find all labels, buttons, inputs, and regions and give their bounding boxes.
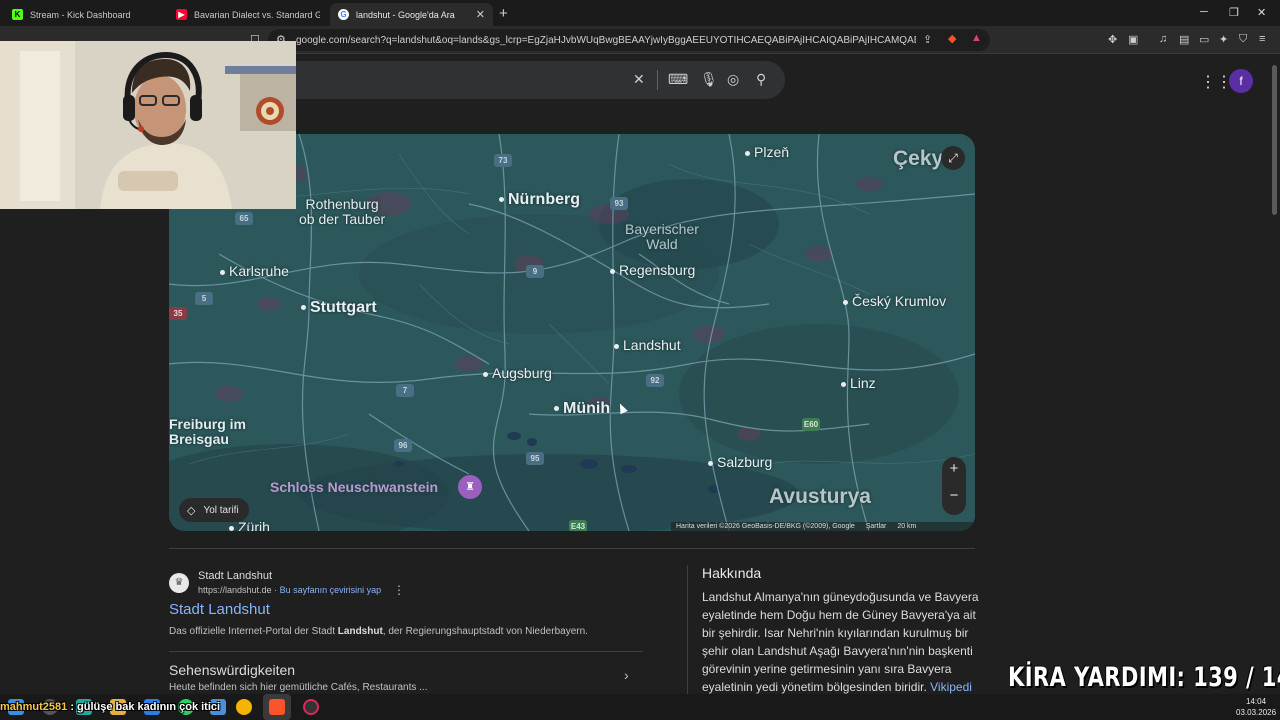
map-label-munih: Münih	[554, 400, 610, 418]
close-window-icon[interactable]: ✕	[1257, 6, 1266, 19]
restore-icon[interactable]: ❐	[1229, 6, 1239, 19]
share-icon[interactable]: ⇪	[923, 33, 932, 46]
map-label-nurnberg: Nürnberg	[499, 191, 580, 209]
panel-divider	[687, 565, 688, 695]
wallet-icon[interactable]: ▭	[1199, 33, 1209, 46]
map-label-rothenburg: Rothenburg ob der Tauber	[299, 196, 386, 227]
obs-icon[interactable]	[303, 699, 319, 715]
sitelink-divider	[169, 651, 643, 652]
tab-youtube-video[interactable]: ▶ Bavarian Dialect vs. Standard German	[168, 3, 328, 26]
map-label-bayerischer-wald: Bayerischer Wald	[625, 221, 699, 252]
result-title-link[interactable]: Stadt Landshut	[169, 601, 270, 618]
map-label-karlsruhe: Karlsruhe	[220, 263, 289, 279]
google-apps-icon[interactable]: ⋮⋮	[1200, 72, 1232, 92]
landmark-pin-icon[interactable]: ♜	[458, 475, 482, 499]
zoom-in-button[interactable]: +	[942, 460, 966, 477]
keyboard-icon[interactable]: ⌨	[668, 71, 688, 88]
sidebar-icon[interactable]: ▤	[1179, 33, 1189, 46]
sitelink-title[interactable]: Sehenswürdigkeiten	[169, 662, 295, 678]
extensions-icon[interactable]: ✥	[1108, 33, 1117, 46]
screenshot-icon[interactable]: ▣	[1128, 33, 1138, 46]
chrome-icon[interactable]	[236, 699, 252, 715]
directions-icon: ◇	[187, 504, 196, 517]
brave-shields-icon[interactable]: ◆	[948, 32, 956, 45]
webcam-overlay	[0, 41, 296, 209]
brave-icon[interactable]	[269, 699, 285, 715]
chevron-right-icon[interactable]: ›	[624, 667, 629, 683]
highway-92-shield: 92	[646, 374, 664, 387]
map-label-plzen: Plzeň	[745, 144, 789, 160]
map-label-neuschwanstein[interactable]: Schloss Neuschwanstein	[270, 479, 438, 495]
divider	[169, 548, 975, 549]
tab-strip: K Stream - Kick Dashboard ▶ Bavarian Dia…	[0, 0, 1280, 26]
highway-95-shield: 95	[526, 452, 544, 465]
streamer-webcam-image	[0, 41, 296, 209]
google-icon: G	[338, 9, 349, 20]
minimize-icon[interactable]: ─	[1200, 6, 1208, 18]
knowledge-panel-title: Hakkında	[702, 565, 762, 581]
media-icon[interactable]: ♫	[1159, 33, 1167, 45]
map-scale[interactable]: 20 km	[897, 523, 916, 530]
highway-93-shield: 93	[610, 197, 628, 210]
zoom-out-button[interactable]: −	[942, 487, 966, 504]
highway-5-shield: 5	[195, 292, 213, 305]
sitelink-snippet: Heute befinden sich hier gemütliche Café…	[169, 682, 428, 693]
map-attribution: Harita verileri ©2026 GeoBasis-DE/BKG (©…	[671, 522, 975, 531]
rent-support-counter: KİRA YARDIMI: 139 / 140	[1008, 662, 1280, 693]
result-url: https://landshut.de · Bu sayfanın çeviri…	[198, 585, 382, 595]
highway-e60-shield: E60	[802, 418, 820, 431]
map-label-salzburg: Salzburg	[708, 454, 772, 470]
menu-icon[interactable]: ≡	[1259, 33, 1265, 45]
close-tab-icon[interactable]: ✕	[476, 8, 485, 21]
highway-7-shield: 7	[396, 384, 414, 397]
result-snippet: Das offizielle Internet-Portal der Stadt…	[169, 626, 588, 637]
translate-link[interactable]: Bu sayfanın çevirisini yap	[280, 585, 382, 595]
highway-73-shield: 73	[494, 154, 512, 167]
map-label-cesky-krumlov: Český Krumlov	[843, 293, 946, 309]
map-label-augsburg: Augsburg	[483, 365, 552, 381]
leo-ai-icon[interactable]: ✦	[1219, 33, 1228, 46]
highway-e43-shield: E43	[569, 520, 587, 531]
clear-search-icon[interactable]: ✕	[633, 71, 645, 88]
map-label-stuttgart: Stuttgart	[301, 299, 377, 317]
highway-35-shield: 35	[169, 307, 187, 320]
address-text: google.com/search?q=landshut&oq=lands&gs…	[296, 35, 916, 46]
highway-96-shield: 96	[394, 439, 412, 452]
page-scrollbar[interactable]	[1272, 65, 1277, 215]
search-divider	[657, 70, 658, 90]
site-favicon[interactable]: ♛	[169, 573, 189, 593]
lens-icon[interactable]: ◎	[727, 71, 739, 88]
search-icon[interactable]: ⚲	[756, 71, 766, 88]
more-options-icon[interactable]: ⋮	[393, 583, 405, 597]
knowledge-panel-description: Landshut Almanya'nın güneydoğusunda ve B…	[702, 590, 979, 694]
result-site-name[interactable]: Stadt Landshut	[198, 570, 272, 582]
zoom-controls: + −	[942, 457, 966, 515]
vpn-icon[interactable]: ⛉	[1239, 33, 1247, 46]
youtube-icon: ▶	[176, 9, 187, 20]
highway-9-shield: 9	[526, 265, 544, 278]
wikipedia-link[interactable]: Vikipedi	[930, 680, 972, 694]
map-label-landshut: Landshut	[614, 337, 681, 353]
fullscreen-icon[interactable]: ⤢	[941, 146, 965, 170]
map-label-freiburg: Freiburg im Breisgau	[169, 416, 247, 447]
tab-google-search[interactable]: G landshut - Google'da Ara ✕	[330, 3, 493, 26]
directions-button[interactable]: ◇ Yol tarifi	[179, 498, 249, 522]
address-bar[interactable]: ⚙ google.com/search?q=landshut&oq=lands&…	[268, 29, 990, 51]
map-label-linz: Linz	[841, 375, 876, 391]
microphone-icon[interactable]: 🎙	[700, 71, 718, 88]
screen: K Stream - Kick Dashboard ▶ Bavarian Dia…	[0, 0, 1280, 720]
terms-link[interactable]: Şartlar	[866, 523, 887, 530]
highway-65-shield: 65	[235, 212, 253, 225]
account-avatar[interactable]: f	[1229, 69, 1253, 93]
search-box[interactable]: ✕ ⌨ 🎙 ◎ ⚲	[280, 61, 785, 99]
tab-kick-dashboard[interactable]: K Stream - Kick Dashboard	[4, 3, 168, 26]
brave-rewards-icon[interactable]: ▲	[971, 32, 982, 44]
kick-logo-icon: K	[12, 9, 23, 20]
new-tab-button[interactable]: +	[499, 5, 508, 22]
stream-chat-message: mahmut2581 : gülüşe bak kadının çok itic…	[0, 701, 221, 713]
map-label-regensburg: Regensburg	[610, 262, 695, 278]
map-label-avusturya: Avusturya	[769, 485, 871, 508]
system-clock[interactable]: 14:04 03.03.2026	[1236, 696, 1276, 718]
